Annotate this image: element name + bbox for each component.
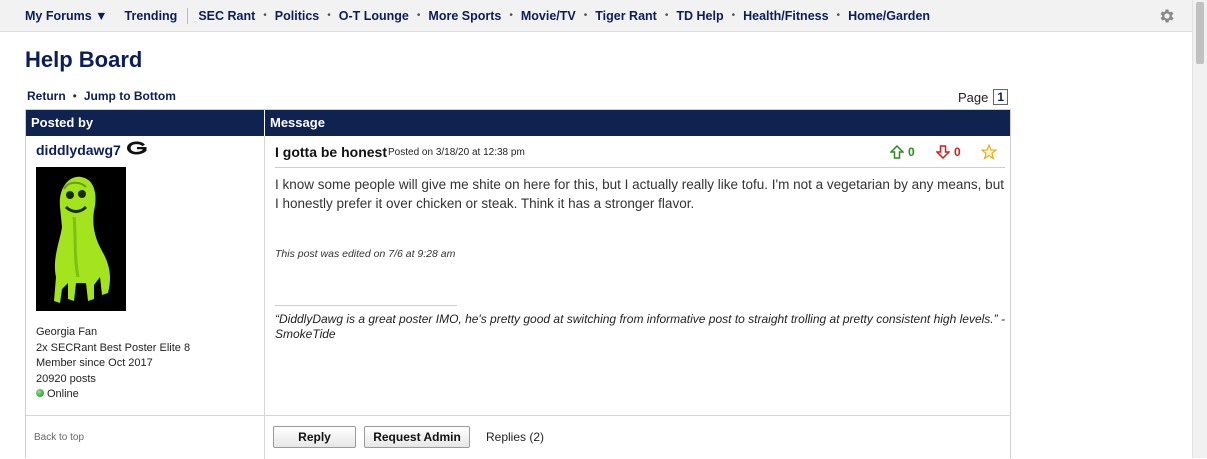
online-label: Online xyxy=(47,388,79,400)
scrollbar[interactable] xyxy=(1192,0,1207,458)
post-body: I know some people will give me shite on… xyxy=(275,177,1004,211)
down-arrow-icon xyxy=(936,145,950,159)
jump-to-bottom-link[interactable]: Jump to Bottom xyxy=(84,89,176,103)
up-arrow-icon xyxy=(890,145,904,159)
thread-table: Posted by Message diddlydawg7 Georgia Fa… xyxy=(25,109,1011,459)
post-title: I gotta be honest xyxy=(275,144,387,160)
georgia-logo-icon xyxy=(127,141,147,155)
nav-health-fitness[interactable]: Health/Fitness xyxy=(743,9,828,23)
nav-tiger-rant[interactable]: Tiger Rant xyxy=(595,9,657,23)
page-indicator: Page 1 xyxy=(958,89,1009,105)
user-post-count: 20920 posts xyxy=(36,372,96,385)
nav-more-sports[interactable]: More Sports xyxy=(428,9,501,23)
page-title: Help Board xyxy=(25,47,143,72)
nav-sec-rant[interactable]: SEC Rant xyxy=(198,9,255,23)
online-status-icon xyxy=(36,389,44,397)
upvote-count: 0 xyxy=(908,145,915,159)
user-member-since: Member since Oct 2017 xyxy=(36,357,153,369)
downvote-button[interactable]: 0 xyxy=(936,145,961,159)
header-message: Message xyxy=(265,110,1010,136)
downvote-count: 0 xyxy=(954,145,961,159)
user-team: Georgia Fan xyxy=(36,326,98,338)
request-admin-button[interactable]: Request Admin xyxy=(364,426,470,448)
nav-divider xyxy=(187,7,189,24)
thread-subnav: Return • Jump to Bottom xyxy=(27,89,176,103)
nav-td-help[interactable]: TD Help xyxy=(676,9,723,23)
scrollbar-thumb[interactable] xyxy=(1196,2,1204,64)
signature-divider xyxy=(275,305,457,306)
nav-home-garden[interactable]: Home/Garden xyxy=(848,9,930,23)
page-label: Page xyxy=(958,89,989,105)
user-meta: Georgia Fan 2x SECRant Best Poster Elite… xyxy=(36,325,190,403)
return-link[interactable]: Return xyxy=(27,89,66,103)
top-nav: My Forums ▼ Trending SEC Rant • Politics… xyxy=(0,0,1192,32)
edited-note: This post was edited on 7/6 at 9:28 am xyxy=(275,248,456,260)
back-to-top-link[interactable]: Back to top xyxy=(34,432,84,443)
nav-ot-lounge[interactable]: O-T Lounge xyxy=(339,9,409,23)
user-signature: “DiddlyDawg is a great poster IMO, he's … xyxy=(275,312,1005,341)
user-status: Online xyxy=(36,387,190,403)
reply-button[interactable]: Reply xyxy=(273,426,356,448)
star-icon[interactable] xyxy=(981,144,997,160)
nav-politics[interactable]: Politics xyxy=(275,9,319,23)
user-avatar[interactable] xyxy=(36,167,126,311)
page-number[interactable]: 1 xyxy=(993,89,1009,105)
my-forums-menu[interactable]: My Forums ▼ xyxy=(25,9,108,23)
replies-count[interactable]: Replies (2) xyxy=(486,430,544,444)
row-divider xyxy=(26,415,1010,416)
upvote-button[interactable]: 0 xyxy=(890,145,915,159)
header-posted-by: Posted by xyxy=(26,110,264,136)
column-divider xyxy=(264,136,265,459)
message-divider xyxy=(275,167,1005,168)
gear-icon[interactable] xyxy=(1158,7,1176,25)
nav-movie-tv[interactable]: Movie/TV xyxy=(521,9,576,23)
username-link[interactable]: diddlydawg7 xyxy=(36,142,121,158)
user-award: 2x SECRant Best Poster Elite 8 xyxy=(36,341,191,354)
post-timestamp: Posted on 3/18/20 at 12:38 pm xyxy=(388,147,525,158)
nav-trending[interactable]: Trending xyxy=(125,9,178,23)
